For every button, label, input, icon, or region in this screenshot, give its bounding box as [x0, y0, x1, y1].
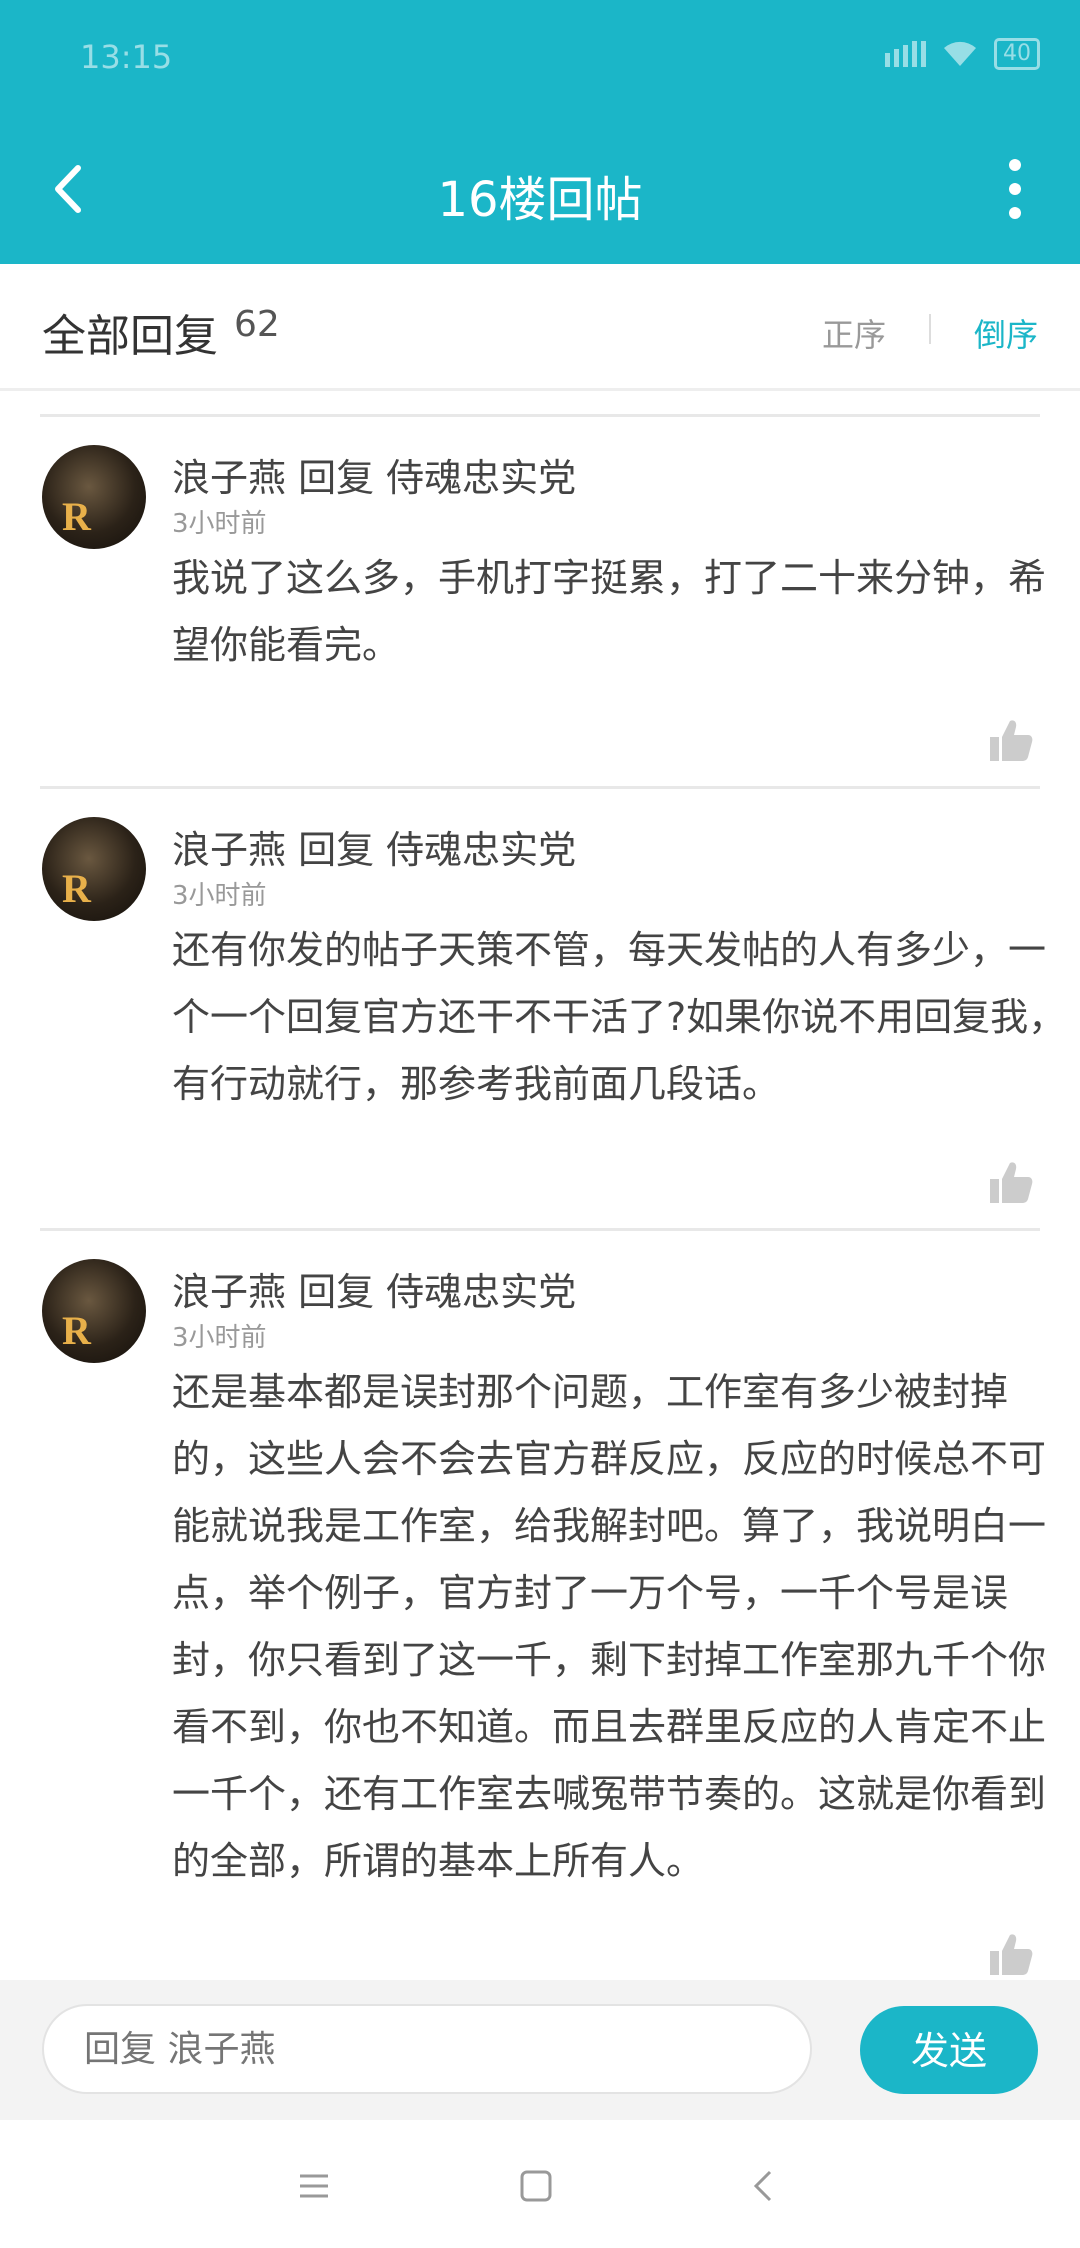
home-icon[interactable] — [512, 2162, 560, 2210]
battery-icon: 40 — [994, 38, 1040, 70]
status-icons: 40 — [885, 38, 1040, 70]
signal-icon — [885, 41, 926, 67]
comment-time: 3小时前 — [172, 509, 267, 539]
avatar[interactable]: R — [42, 1259, 146, 1363]
menu-icon[interactable] — [290, 2162, 338, 2210]
app-bar: 16楼回帖 — [0, 114, 1080, 264]
comment-list[interactable]: R 浪子燕 回复 侍魂忠实党 3小时前 我说了这么多，手机打字挺累，打了二十来分… — [0, 390, 1080, 1980]
reply-header: 全部回复 62 正序 倒序 — [0, 264, 1080, 391]
status-time: 13:15 — [80, 38, 173, 76]
avatar-letter: R — [62, 866, 91, 911]
comment-body: 我说了这么多，手机打字挺累，打了二十来分钟，希望你能看完。 — [172, 556, 1047, 667]
comment-author[interactable]: 浪子燕 回复 侍魂忠实党 — [172, 819, 576, 874]
comment-item: R 浪子燕 回复 侍魂忠实党 3小时前 还是基本都是误封那个问题，工作室有多少被… — [40, 1228, 1046, 1980]
sort-divider — [929, 314, 931, 344]
thumbs-up-icon[interactable] — [988, 717, 1034, 763]
sort-descending-button[interactable]: 倒序 — [974, 310, 1038, 356]
send-button[interactable]: 发送 — [860, 2006, 1038, 2094]
avatar[interactable]: R — [42, 817, 146, 921]
comment-item: R 浪子燕 回复 侍魂忠实党 3小时前 还有你发的帖子天策不管，每天发帖的人有多… — [40, 786, 1066, 1229]
more-vertical-icon-dot — [1009, 183, 1021, 195]
sort-ascending-button[interactable]: 正序 — [822, 310, 886, 356]
system-nav-bar — [0, 2120, 1080, 2248]
comment-body: 还是基本都是误封那个问题，工作室有多少被封掉的，这些人会不会去官方群反应，反应的… — [172, 1370, 1047, 1883]
more-menu-button[interactable] — [1000, 159, 1030, 219]
more-vertical-icon-dot — [1009, 159, 1021, 171]
all-replies-label: 全部回复 — [42, 311, 218, 362]
avatar-letter: R — [62, 1308, 91, 1353]
comment-time: 3小时前 — [172, 1323, 267, 1353]
avatar-letter: R — [62, 494, 91, 539]
page-title: 16楼回帖 — [437, 172, 643, 228]
comment-author[interactable]: 浪子燕 回复 侍魂忠实党 — [172, 1261, 576, 1316]
thumbs-up-icon[interactable] — [988, 1931, 1034, 1977]
wifi-icon — [944, 41, 976, 66]
comment-item: R 浪子燕 回复 侍魂忠实党 3小时前 我说了这么多，手机打字挺累，打了二十来分… — [40, 414, 1046, 787]
reply-input-bar: 发送 — [0, 1980, 1080, 2120]
comment-author[interactable]: 浪子燕 回复 侍魂忠实党 — [172, 447, 576, 502]
avatar[interactable]: R — [42, 445, 146, 549]
back-nav-icon[interactable] — [740, 2162, 788, 2210]
comment-body: 还有你发的帖子天策不管，每天发帖的人有多少，一个一个回复官方还干不干活了?如果你… — [172, 928, 1067, 1106]
thumbs-up-icon[interactable] — [988, 1159, 1034, 1205]
comment-time: 3小时前 — [172, 881, 267, 911]
reply-input[interactable] — [42, 2004, 812, 2094]
more-vertical-icon-dot — [1009, 207, 1021, 219]
battery-level: 40 — [1003, 41, 1031, 66]
status-bar: 13:15 40 — [0, 0, 1080, 114]
reply-count: 62 — [234, 304, 280, 345]
